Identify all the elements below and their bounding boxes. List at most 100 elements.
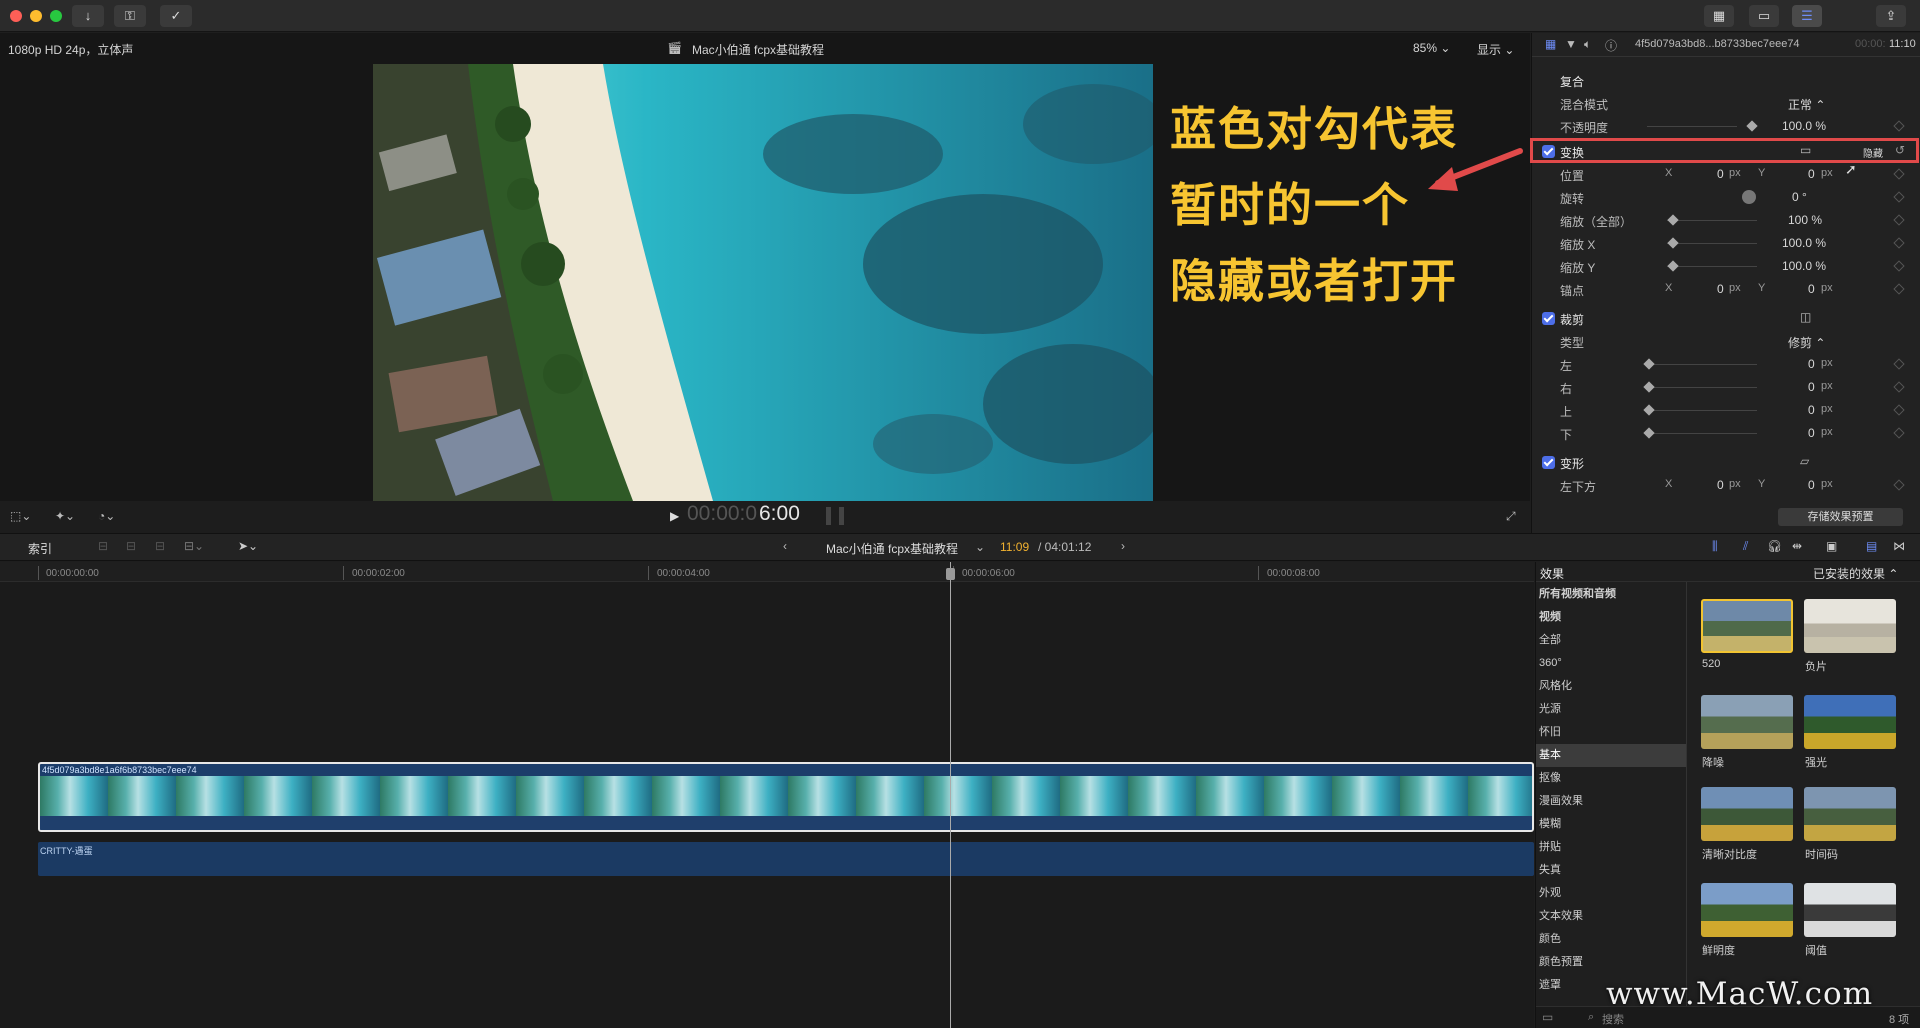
opacity-value[interactable]: 100.0 % xyxy=(1782,119,1826,133)
keyframe-icon[interactable] xyxy=(1893,191,1905,203)
playhead[interactable] xyxy=(946,562,955,1028)
anchor-y-value[interactable]: 0 xyxy=(1808,282,1815,296)
keyframe-icon[interactable] xyxy=(1893,479,1905,491)
timeline-project-title[interactable]: Mac小伯通 fcpx基础教程 xyxy=(826,540,958,557)
effect-thumb-timecode[interactable] xyxy=(1804,787,1896,841)
forward-arrow-icon[interactable]: › xyxy=(1121,539,1125,553)
effect-thumb-vibrance[interactable] xyxy=(1701,883,1793,937)
category-all-video-audio[interactable]: 所有视频和音频 xyxy=(1536,583,1686,606)
close-window-button[interactable] xyxy=(10,10,22,22)
crop-right-slider[interactable] xyxy=(1647,387,1757,388)
select-tool-icon[interactable]: ➤⌄ xyxy=(238,539,258,553)
crop-bottom-slider[interactable] xyxy=(1647,433,1757,434)
category-nostalgia[interactable]: 怀旧 xyxy=(1536,721,1686,744)
search-input[interactable]: 搜索 xyxy=(1602,1011,1624,1027)
effect-thumb-520[interactable] xyxy=(1701,599,1793,653)
keyframe-icon[interactable] xyxy=(1893,260,1905,272)
effect-thumb-clarity[interactable] xyxy=(1701,787,1793,841)
display-menu[interactable]: 显示 ⌄ xyxy=(1477,41,1514,58)
position-x-value[interactable]: 0 xyxy=(1717,167,1724,181)
sidebar-toggle-icon[interactable]: ▭ xyxy=(1542,1010,1553,1024)
distort-control-icon[interactable]: ▱ xyxy=(1800,454,1809,468)
crop-control-icon[interactable]: ◫ xyxy=(1800,310,1811,324)
category-tiling[interactable]: 拼贴 xyxy=(1536,836,1686,859)
category-360[interactable]: 360° xyxy=(1536,652,1686,675)
category-looks[interactable]: 外观 xyxy=(1536,882,1686,905)
effect-thumb-hard-light[interactable] xyxy=(1804,695,1896,749)
adjustments-icon[interactable]: ☰ xyxy=(1792,5,1822,27)
crop-right-slider-knob[interactable] xyxy=(1643,381,1655,393)
category-video[interactable]: 视频 xyxy=(1536,606,1686,629)
keyframe-icon[interactable] xyxy=(1893,404,1905,416)
category-color-presets[interactable]: 颜色预置 xyxy=(1536,951,1686,974)
connect-clip-icon[interactable]: ⊟ xyxy=(98,539,108,553)
effect-thumb-noise-reduction[interactable] xyxy=(1701,695,1793,749)
crop-checkbox[interactable] xyxy=(1542,312,1555,325)
rotation-value[interactable]: 0 ° xyxy=(1792,190,1807,204)
category-stylize[interactable]: 风格化 xyxy=(1536,675,1686,698)
keyframe-icon[interactable] xyxy=(1893,427,1905,439)
keyframe-icon[interactable] xyxy=(1893,381,1905,393)
scale-x-slider[interactable] xyxy=(1667,243,1757,244)
effect-thumb-negative[interactable] xyxy=(1804,599,1896,653)
scale-all-slider[interactable] xyxy=(1667,220,1757,221)
filmstrip-icon[interactable]: ▭ xyxy=(1749,5,1779,27)
scale-y-slider-knob[interactable] xyxy=(1667,260,1679,272)
category-basic[interactable]: 基本 xyxy=(1536,744,1686,767)
installed-effects-menu[interactable]: 已安装的效果 ⌃ xyxy=(1813,565,1898,582)
color-inspector-icon[interactable]: ▼ xyxy=(1565,37,1577,51)
category-blur[interactable]: 模糊 xyxy=(1536,813,1686,836)
crop-top-value[interactable]: 0 xyxy=(1808,403,1815,417)
crop-left-slider-knob[interactable] xyxy=(1643,358,1655,370)
crop-top-slider-knob[interactable] xyxy=(1643,404,1655,416)
snapping-icon[interactable]: ⇹ xyxy=(1792,539,1802,553)
keyframe-icon[interactable] xyxy=(1893,120,1905,132)
crop-left-value[interactable]: 0 xyxy=(1808,357,1815,371)
video-inspector-icon[interactable]: ▦ xyxy=(1545,37,1556,51)
magic-wand-icon[interactable]: ✦⌄ xyxy=(55,509,75,523)
timeline[interactable]: 00:00:00:00 00:00:02:00 00:00:04:00 00:0… xyxy=(0,562,1534,1028)
playhead-handle[interactable] xyxy=(946,568,955,580)
crop-left-slider[interactable] xyxy=(1647,364,1757,365)
blend-mode-select[interactable]: 正常 ⌃ xyxy=(1788,96,1825,113)
category-light[interactable]: 光源 xyxy=(1536,698,1686,721)
transitions-browser-icon[interactable]: ⋈ xyxy=(1893,539,1905,553)
scale-x-value[interactable]: 100.0 % xyxy=(1782,236,1826,250)
back-arrow-icon[interactable]: ‹ xyxy=(783,539,787,553)
minimize-window-button[interactable] xyxy=(30,10,42,22)
transform-tool-icon[interactable]: ⬚⌄ xyxy=(10,509,31,523)
key-icon[interactable]: ⚿ xyxy=(114,5,146,27)
bottom-left-y-value[interactable]: 0 xyxy=(1808,478,1815,492)
check-circle-icon[interactable]: ✓ xyxy=(160,5,192,27)
index-button[interactable]: 索引 xyxy=(28,540,52,557)
scale-y-value[interactable]: 100.0 % xyxy=(1782,259,1826,273)
fullscreen-icon[interactable]: ⤢ xyxy=(1506,509,1516,524)
distort-checkbox[interactable] xyxy=(1542,456,1555,469)
crop-type-select[interactable]: 修剪 ⌃ xyxy=(1788,334,1825,351)
category-all[interactable]: 全部 xyxy=(1536,629,1686,652)
anchor-x-value[interactable]: 0 xyxy=(1717,282,1724,296)
effect-thumb-threshold[interactable] xyxy=(1804,883,1896,937)
zoom-window-button[interactable] xyxy=(50,10,62,22)
reset-icon[interactable]: ↺ xyxy=(1895,143,1905,157)
scale-x-slider-knob[interactable] xyxy=(1667,237,1679,249)
crop-top-slider[interactable] xyxy=(1647,410,1757,411)
keyframe-icon[interactable] xyxy=(1893,237,1905,249)
bottom-left-x-value[interactable]: 0 xyxy=(1717,478,1724,492)
crop-bottom-value[interactable]: 0 xyxy=(1808,426,1815,440)
speed-icon[interactable]: ◔⌄ xyxy=(98,509,115,523)
scale-y-slider[interactable] xyxy=(1667,266,1757,267)
crop-right-value[interactable]: 0 xyxy=(1808,380,1815,394)
insert-clip-icon[interactable]: ⊟ xyxy=(126,539,136,553)
save-preset-button[interactable]: 存储效果预置 xyxy=(1778,508,1903,526)
timeline-ruler[interactable]: 00:00:00:00 00:00:02:00 00:00:04:00 00:0… xyxy=(0,562,1534,582)
zoom-menu[interactable]: 85% ⌄ xyxy=(1413,41,1450,55)
keyframe-icon[interactable] xyxy=(1893,214,1905,226)
category-keying[interactable]: 抠像 xyxy=(1536,767,1686,790)
crop-bottom-slider-knob[interactable] xyxy=(1643,427,1655,439)
opacity-slider-knob[interactable] xyxy=(1746,120,1758,132)
hide-button[interactable]: 隐藏 xyxy=(1863,145,1883,160)
scale-all-value[interactable]: 100 % xyxy=(1788,213,1822,227)
share-icon[interactable]: ⇪ xyxy=(1876,5,1906,27)
effects-browser-icon[interactable]: ▤ xyxy=(1866,539,1877,553)
